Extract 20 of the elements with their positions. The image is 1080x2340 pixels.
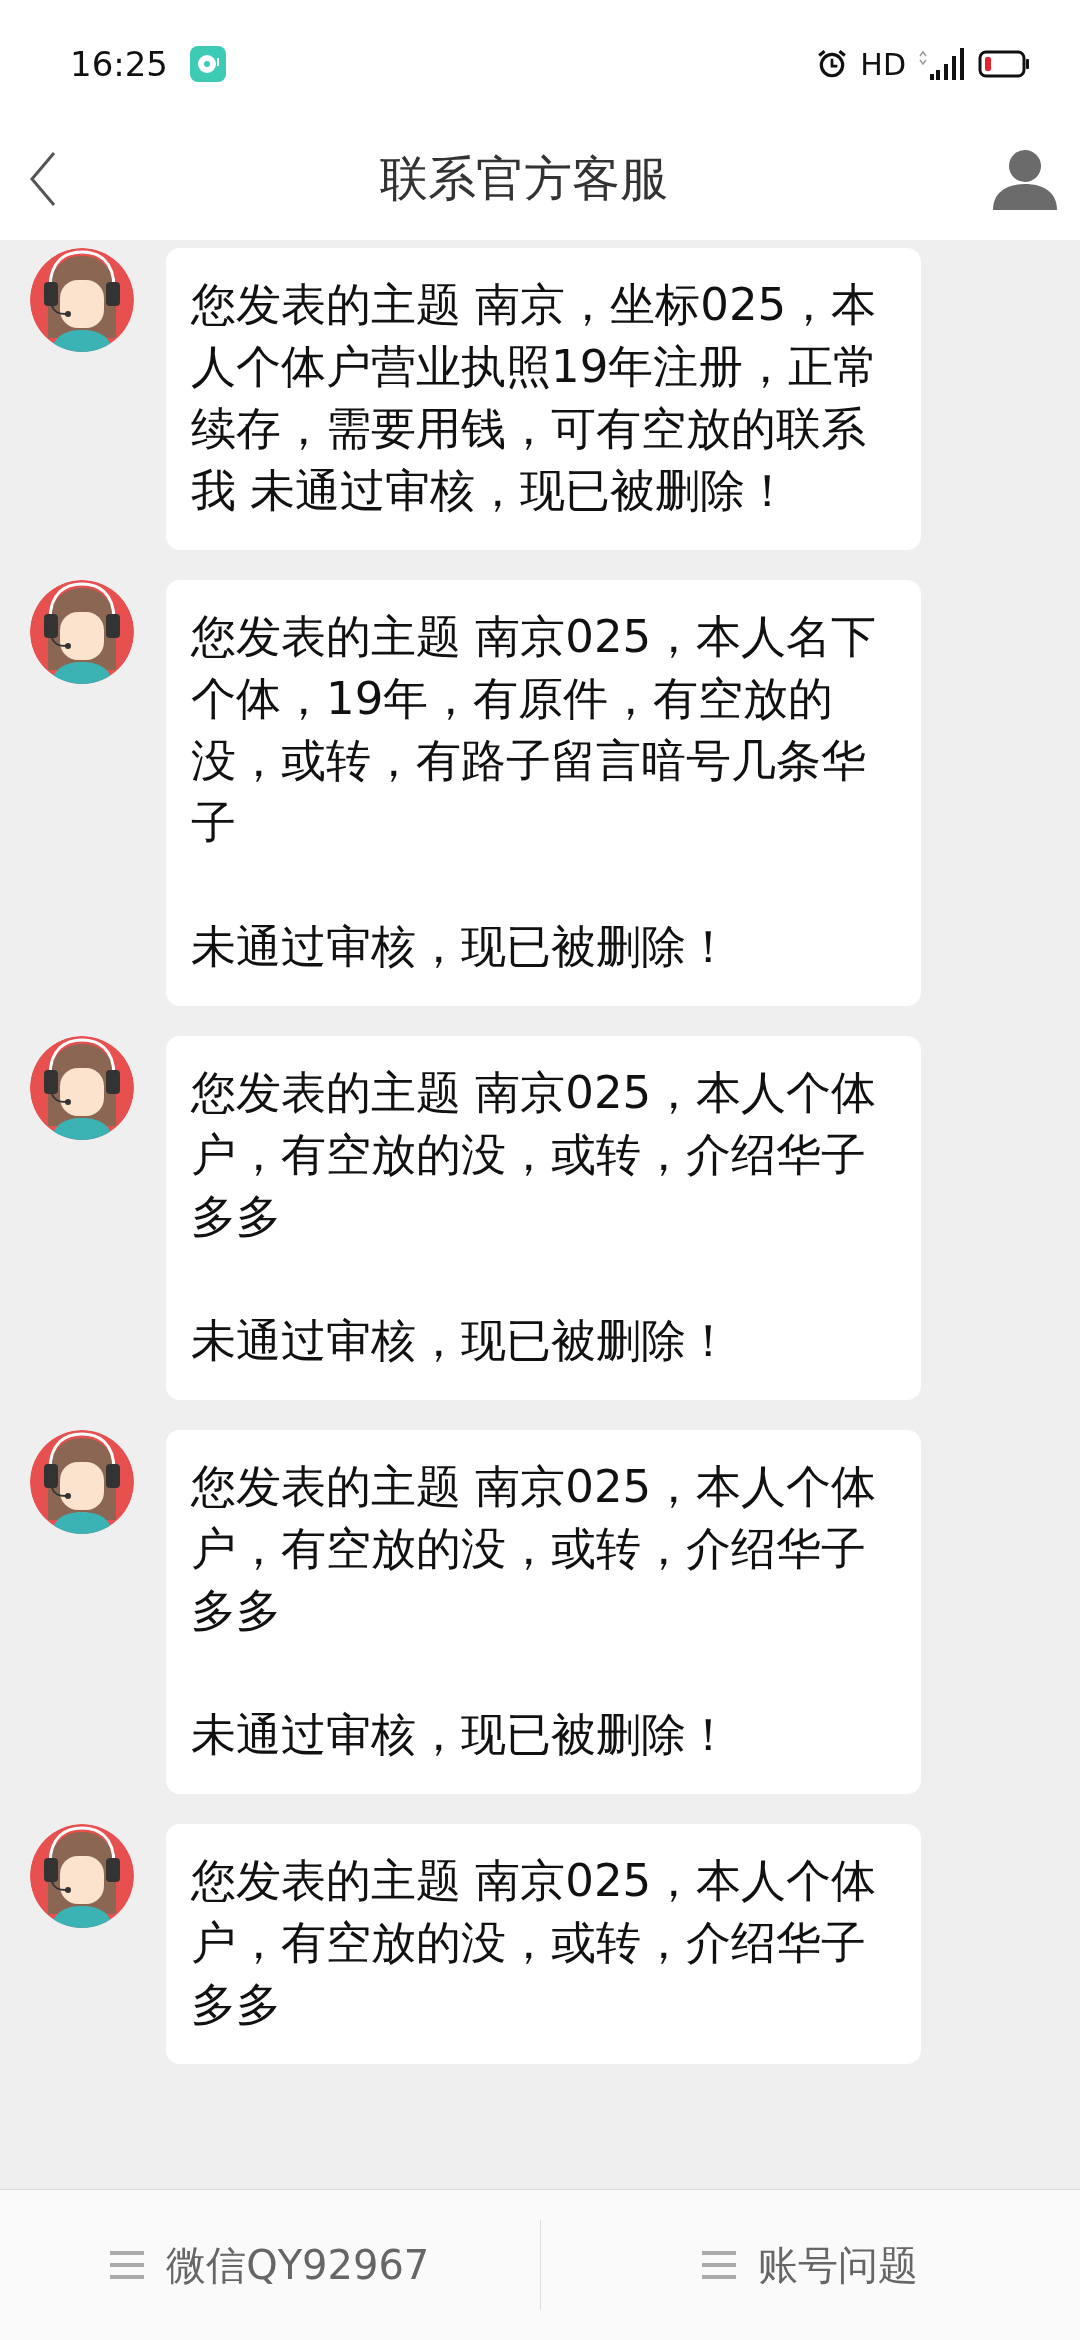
status-time: 16:25 — [70, 44, 168, 84]
message-text: 未通过审核，现已被删除！ — [191, 1313, 732, 1369]
signal-icon — [918, 46, 966, 82]
menu-button[interactable]: 微信QY92967 — [0, 2220, 540, 2310]
menu-icon — [110, 2249, 145, 2281]
menu-button[interactable]: 账号问题 — [540, 2220, 1080, 2310]
message-text: 您发表的主题 南京，坐标025，本人个体户营业执照19年注册，正常续存，需要用钱，可有空放的联系我 未通过审核，现已被删除！ — [191, 277, 880, 519]
message-text: 您发表的主题 南京025，本人个体户，有空放的没，或转，介绍华子多多 — [191, 1065, 878, 1245]
battery-icon — [978, 50, 1030, 78]
message-text: 未通过审核，现已被删除！ — [191, 1707, 732, 1763]
message-text: 您发表的主题 南京025，本人个体户，有空放的没，或转，介绍华子多多 — [191, 1459, 878, 1639]
message-text: 您发表的主题 南京025，本人名下个体，19年，有原件，有空放的没，或转，有路子留言暗号几条华子 — [191, 609, 878, 851]
alarm-icon — [816, 48, 849, 80]
network-label: HD — [860, 46, 906, 82]
app-notification-icon — [190, 46, 226, 82]
page-title: 联系官方客服 — [380, 149, 668, 208]
menu-icon — [702, 2249, 737, 2281]
message-text: 您发表的主题 南京025，本人个体户，有空放的没，或转，介绍华子多多 — [191, 1853, 878, 2033]
back-button[interactable] — [28, 149, 58, 209]
message-text: 未通过审核，现已被删除！ — [191, 919, 732, 975]
